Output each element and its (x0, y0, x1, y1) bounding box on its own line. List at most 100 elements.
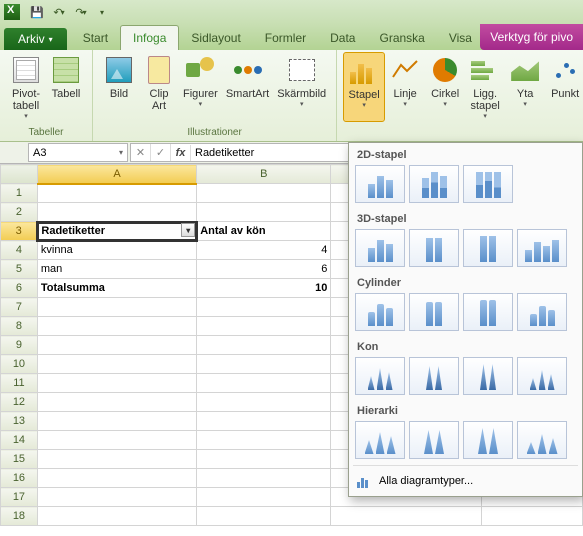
cell-A3[interactable]: Radetiketter▾ (37, 222, 196, 241)
file-tab[interactable]: Arkiv▾ (4, 28, 67, 50)
row-header[interactable]: 6 (1, 279, 38, 298)
row-header[interactable]: 8 (1, 317, 38, 336)
tab-start[interactable]: Start (71, 26, 120, 50)
quick-access-toolbar: 💾 ↶▾ ↷▾ ▾ (0, 0, 583, 24)
screenshot-icon (289, 59, 315, 81)
chart-type-100stacked-cone[interactable] (463, 357, 513, 395)
tab-granska[interactable]: Granska (367, 26, 436, 50)
fx-button[interactable]: fx (171, 145, 191, 161)
table-icon (53, 57, 79, 83)
section-pyramid: Hierarki (349, 399, 582, 421)
row-header[interactable]: 11 (1, 374, 38, 393)
chart-type-stacked-column-3d[interactable] (409, 229, 459, 267)
row-header[interactable]: 13 (1, 412, 38, 431)
cell-A4[interactable]: kvinna (37, 241, 196, 260)
chart-type-cylinder-3d[interactable] (517, 293, 567, 331)
row-header[interactable]: 15 (1, 450, 38, 469)
clipart-button[interactable]: Clip Art (139, 52, 179, 114)
group-charts: Stapel▾ Linje▾ Cirkel▾ Ligg. stapel▾ Yta… (337, 50, 583, 141)
tab-infoga[interactable]: Infoga (120, 25, 179, 50)
undo-button[interactable]: ↶▾ (49, 2, 69, 22)
row-header[interactable]: 9 (1, 336, 38, 355)
clipart-icon (148, 56, 170, 84)
excel-icon[interactable] (4, 4, 20, 20)
chart-type-clustered-cylinder[interactable] (355, 293, 405, 331)
smartart-button[interactable]: SmartArt (222, 52, 273, 114)
tab-sidlayout[interactable]: Sidlayout (179, 26, 252, 50)
name-box[interactable]: A3▾ (28, 143, 128, 162)
chart-type-100stacked-pyramid[interactable] (463, 421, 513, 459)
chart-type-clustered-cone[interactable] (355, 357, 405, 395)
table-button[interactable]: Tabell (46, 52, 86, 122)
pivottable-button[interactable]: Pivot- tabell▾ (6, 52, 46, 122)
accept-formula-button[interactable]: ✓ (151, 144, 171, 161)
chart-icon (357, 474, 373, 488)
chart-type-clustered-pyramid[interactable] (355, 421, 405, 459)
row-header[interactable]: 14 (1, 431, 38, 450)
scatter-chart-button[interactable]: Punkt (545, 52, 583, 122)
bar-chart-button[interactable]: Ligg. stapel▾ (465, 52, 505, 122)
chart-type-100stacked-column-2d[interactable] (463, 165, 513, 203)
column-chart-button[interactable]: Stapel▾ (343, 52, 385, 122)
row-header[interactable]: 12 (1, 393, 38, 412)
cancel-formula-button[interactable]: ✕ (131, 144, 151, 161)
chart-type-clustered-column-3d[interactable] (355, 229, 405, 267)
contextual-tab-pivot[interactable]: Verktyg för pivo (480, 24, 583, 50)
shapes-button[interactable]: Figurer▾ (179, 52, 222, 114)
chart-type-stacked-pyramid[interactable] (409, 421, 459, 459)
ribbon: Pivot- tabell▾ Tabell Tabeller Bild Clip… (0, 50, 583, 142)
group-illustrations: Bild Clip Art Figurer▾ SmartArt Skärmbil… (93, 50, 337, 141)
row-header[interactable]: 1 (1, 184, 38, 203)
smartart-icon (234, 57, 262, 83)
picture-icon (106, 57, 132, 83)
row-header[interactable]: 18 (1, 507, 38, 526)
tab-visa[interactable]: Visa (437, 26, 484, 50)
chart-type-stacked-cone[interactable] (409, 357, 459, 395)
line-chart-icon (391, 57, 419, 83)
area-chart-icon (511, 59, 539, 81)
chart-type-stacked-column-2d[interactable] (409, 165, 459, 203)
tab-formler[interactable]: Formler (253, 26, 318, 50)
pie-chart-button[interactable]: Cirkel▾ (425, 52, 465, 122)
row-header[interactable]: 7 (1, 298, 38, 317)
col-header-B[interactable]: B (197, 165, 331, 184)
line-chart-button[interactable]: Linje▾ (385, 52, 425, 122)
picture-button[interactable]: Bild (99, 52, 139, 114)
chart-type-pyramid-3d[interactable] (517, 421, 567, 459)
chart-type-stacked-cylinder[interactable] (409, 293, 459, 331)
chart-type-100stacked-column-3d[interactable] (463, 229, 513, 267)
cell-B6[interactable]: 10 (197, 279, 331, 298)
select-all-button[interactable] (1, 165, 38, 184)
tab-data[interactable]: Data (318, 26, 367, 50)
section-3d-column: 3D-stapel (349, 207, 582, 229)
filter-dropdown-button[interactable]: ▾ (181, 223, 195, 237)
all-chart-types-button[interactable]: Alla diagramtyper... (349, 468, 582, 494)
group-tables: Pivot- tabell▾ Tabell Tabeller (0, 50, 93, 141)
save-button[interactable]: 💾 (27, 2, 47, 22)
chart-type-clustered-column-2d[interactable] (355, 165, 405, 203)
chart-type-100stacked-cylinder[interactable] (463, 293, 513, 331)
area-chart-button[interactable]: Yta▾ (505, 52, 545, 122)
row-header[interactable]: 17 (1, 488, 38, 507)
chart-type-column-3d[interactable] (517, 229, 567, 267)
cell-B4[interactable]: 4 (197, 241, 331, 260)
chart-type-cone-3d[interactable] (517, 357, 567, 395)
group-label-illustrations: Illustrationer (187, 125, 241, 141)
row-header[interactable]: 3 (1, 222, 38, 241)
cell-A6[interactable]: Totalsumma (37, 279, 196, 298)
shapes-icon (186, 57, 214, 83)
customize-qat[interactable]: ▾ (93, 2, 113, 22)
cell-B5[interactable]: 6 (197, 260, 331, 279)
col-header-A[interactable]: A (37, 165, 196, 184)
row-header[interactable]: 16 (1, 469, 38, 488)
screenshot-button[interactable]: Skärmbild▾ (273, 52, 330, 114)
column-chart-icon (350, 58, 378, 84)
row-header[interactable]: 2 (1, 203, 38, 222)
redo-button[interactable]: ↷▾ (71, 2, 91, 22)
cell-A5[interactable]: man (37, 260, 196, 279)
row-header[interactable]: 4 (1, 241, 38, 260)
row-header[interactable]: 10 (1, 355, 38, 374)
scatter-chart-icon (552, 57, 578, 83)
cell-B3[interactable]: Antal av kön (197, 222, 331, 241)
row-header[interactable]: 5 (1, 260, 38, 279)
